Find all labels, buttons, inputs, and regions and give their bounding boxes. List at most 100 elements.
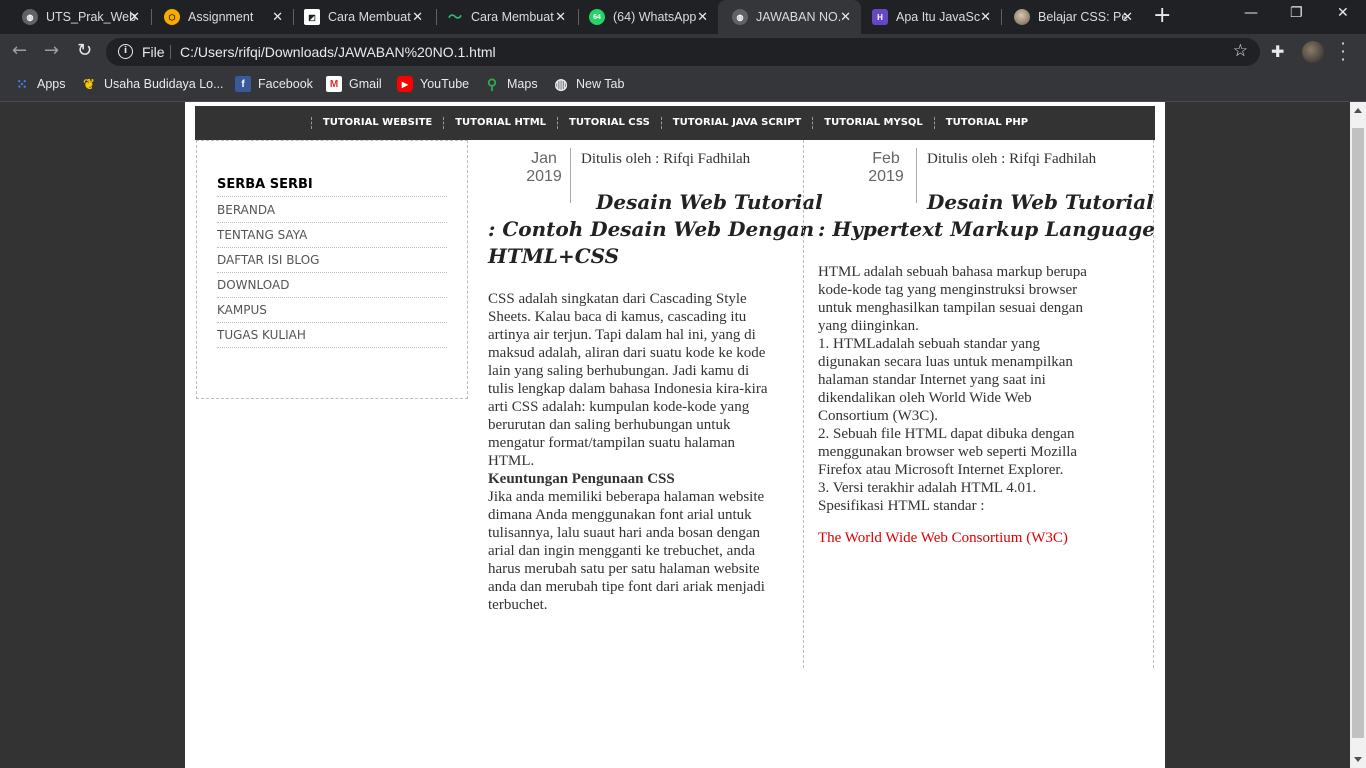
close-icon[interactable]: ✕ xyxy=(272,9,283,25)
nav-tutorial-css[interactable]: TUTORIAL CSS xyxy=(557,117,661,129)
nav-tutorial-php[interactable]: TUTORIAL PHP xyxy=(933,117,1039,129)
close-icon[interactable]: ✕ xyxy=(555,9,566,25)
close-window-button[interactable]: ✕ xyxy=(1337,5,1349,21)
tab-cara-membuat-2[interactable]: 〜 Cara Membuat ✕ xyxy=(433,0,576,34)
body-line: dimana Anda menggunakan font arial untuk xyxy=(488,507,752,523)
menu-kebab-icon[interactable]: · · · xyxy=(1340,36,1346,68)
nav-tutorial-website[interactable]: TUTORIAL WEBSITE xyxy=(310,117,443,129)
page-wrapper: TUTORIAL WEBSITE TUTORIAL HTML TUTORIAL … xyxy=(185,102,1165,768)
body-line: Jika anda memiliki beberapa halaman webs… xyxy=(488,489,765,505)
close-icon[interactable]: ✕ xyxy=(697,9,708,25)
tab-cara-membuat-1[interactable]: ◩ Cara Membuat ✕ xyxy=(290,0,433,34)
globe-icon: ◍ xyxy=(554,76,568,93)
body-line: Spesifikasi HTML standar : xyxy=(818,498,985,514)
body-line: lain yang saling berhubungan. Jadi kamu … xyxy=(488,363,750,379)
tab-label: Apa Itu JavaSc xyxy=(896,10,981,24)
page-scrollbar[interactable] xyxy=(1350,102,1366,768)
post-body: HTML adalah sebuah bahasa markup berupa … xyxy=(818,263,1138,515)
reload-button[interactable]: ↻ xyxy=(77,41,92,61)
body-line: anda dan merubah tipe font dari ariak me… xyxy=(488,579,765,595)
bookmark-label: Gmail xyxy=(349,77,382,91)
sidebar-item-tugas-kuliah[interactable]: TUGAS KULIAH xyxy=(217,323,447,348)
body-line: yang diinginkan. xyxy=(818,318,919,334)
w3c-link[interactable]: The World Wide Web Consortium (W3C) xyxy=(818,530,1068,547)
address-scheme: File xyxy=(142,44,165,60)
tab-apa-itu-javascript[interactable]: H Apa Itu JavaSc ✕ xyxy=(858,0,1001,34)
post-title-line: : Hypertext Markup Language xyxy=(818,217,1155,241)
post-month: Jan xyxy=(531,150,557,167)
profile-avatar[interactable] xyxy=(1302,41,1324,63)
nav-tutorial-mysql[interactable]: TUTORIAL MYSQL xyxy=(812,117,934,129)
nav-tutorial-html[interactable]: TUTORIAL HTML xyxy=(443,117,557,129)
body-line: maksud adalah, aliran dari suatu kode ke… xyxy=(488,345,766,361)
post-month: Feb xyxy=(872,150,900,167)
tab-strip: ◍ UTS_Prak_Web ✕ ⬡ Assignment ✕ ◩ Cara M… xyxy=(0,0,1366,34)
sidebar-item-kampus[interactable]: KAMPUS xyxy=(217,298,447,323)
forward-button[interactable]: → xyxy=(44,41,59,61)
address-divider xyxy=(170,45,171,59)
tab-whatsapp[interactable]: 64 (64) WhatsApp ✕ xyxy=(575,0,718,34)
body-line: tulis lengkap dalam bahasa Indonesia kir… xyxy=(488,381,768,397)
tab-assignment[interactable]: ⬡ Assignment ✕ xyxy=(150,0,293,34)
body-line: untuk menghasilkan tampilan sesuai denga… xyxy=(818,300,1083,316)
post-title[interactable]: Desain Web Tutorial : Contoh Desain Web … xyxy=(488,189,823,270)
body-line: arial dan ingin mengganti ke trebuchet, … xyxy=(488,543,755,559)
sidebar: SERBA SERBI BERANDA TENTANG SAYA DAFTAR … xyxy=(196,140,468,399)
close-icon[interactable]: ✕ xyxy=(412,9,423,25)
scroll-up-arrow-icon[interactable] xyxy=(1354,108,1362,113)
tab-label: Assignment xyxy=(188,10,254,24)
bookmark-maps[interactable]: ⚲ Maps xyxy=(484,76,538,92)
new-tab-button[interactable]: + xyxy=(1153,5,1171,27)
body-line: terbuchet. xyxy=(488,597,548,613)
bookmark-gmail[interactable]: M Gmail xyxy=(326,76,382,92)
sidebar-heading: SERBA SERBI xyxy=(217,177,447,197)
tab-jawaban-no[interactable]: ◍ JAWABAN NO. ✕ xyxy=(718,0,861,34)
post-author: Ditulis oleh : Rifqi Fadhilah xyxy=(581,151,751,167)
bookmark-facebook[interactable]: f Facebook xyxy=(235,76,313,92)
globe-icon: ◍ xyxy=(22,9,38,25)
bookmark-label: New Tab xyxy=(576,77,625,91)
sidebar-item-beranda[interactable]: BERANDA xyxy=(217,198,447,223)
back-button[interactable]: ← xyxy=(12,41,27,61)
bookmark-youtube[interactable]: ▶ YouTube xyxy=(397,76,469,92)
bookmark-usaha-budidaya[interactable]: ❦ Usaha Budidaya Lo... xyxy=(81,76,223,92)
scroll-down-arrow-icon[interactable] xyxy=(1354,757,1362,762)
body-line: Firefox atau Microsoft Internet Explorer… xyxy=(818,462,1064,478)
sidebar-item-tentang-saya[interactable]: TENTANG SAYA xyxy=(217,223,447,248)
gmail-icon: M xyxy=(326,76,342,92)
bookmark-new-tab[interactable]: ◍ New Tab xyxy=(553,76,625,93)
address-url[interactable]: C:/Users/rifqi/Downloads/JAWABAN%20NO.1.… xyxy=(180,44,496,60)
page-viewport: TUTORIAL WEBSITE TUTORIAL HTML TUTORIAL … xyxy=(0,102,1350,768)
maximize-button[interactable]: ❐ xyxy=(1290,5,1303,21)
close-icon[interactable]: ✕ xyxy=(980,9,991,25)
scrollbar-thumb[interactable] xyxy=(1352,128,1364,738)
body-line: menggunakan browser web seperti Mozilla xyxy=(818,444,1078,460)
body-line: arti CSS adalah: kumpulan kode-kode yang xyxy=(488,399,750,415)
post-title-line: HTML+CSS xyxy=(488,244,620,268)
post-title[interactable]: Desain Web Tutorial : Hypertext Markup L… xyxy=(818,189,1155,243)
body-line: harus merubah satu per satu halaman webs… xyxy=(488,561,760,577)
close-icon[interactable]: ✕ xyxy=(840,9,851,25)
sidebar-item-download[interactable]: DOWNLOAD xyxy=(217,273,447,298)
address-bar[interactable]: i File C:/Users/rifqi/Downloads/JAWABAN%… xyxy=(106,38,1260,66)
tab-label: Cara Membuat xyxy=(471,10,554,24)
sidebar-item-daftar-isi-blog[interactable]: DAFTAR ISI BLOG xyxy=(217,248,447,273)
body-line: HTML. xyxy=(488,453,535,469)
post-html: Feb 2019 Ditulis oleh : Rifqi Fadhilah D… xyxy=(803,140,1155,668)
post-date: Feb 2019 xyxy=(866,150,906,186)
tab-label: UTS_Prak_Web xyxy=(46,10,136,24)
facebook-icon: f xyxy=(235,76,251,92)
post-css: Jan 2019 Ditulis oleh : Rifqi Fadhilah D… xyxy=(477,140,823,668)
bookmark-star-icon[interactable]: ☆ xyxy=(1233,41,1248,61)
chart-icon: ◩ xyxy=(304,9,320,25)
nav-tutorial-javascript[interactable]: TUTORIAL JAVA SCRIPT xyxy=(660,117,812,129)
info-icon[interactable]: i xyxy=(118,44,133,59)
bookmark-apps[interactable]: ⁙ Apps xyxy=(14,76,66,92)
tab-belajar-css[interactable]: Belajar CSS: Pe ✕ xyxy=(1000,0,1143,34)
tab-uts-prak-web[interactable]: ◍ UTS_Prak_Web ✕ xyxy=(8,0,150,34)
close-icon[interactable]: ✕ xyxy=(129,9,140,25)
extensions-puzzle-icon[interactable]: ✚ xyxy=(1271,42,1284,61)
close-icon[interactable]: ✕ xyxy=(1122,9,1133,25)
bookmark-label: Apps xyxy=(37,77,66,91)
minimize-button[interactable]: — xyxy=(1244,5,1258,21)
